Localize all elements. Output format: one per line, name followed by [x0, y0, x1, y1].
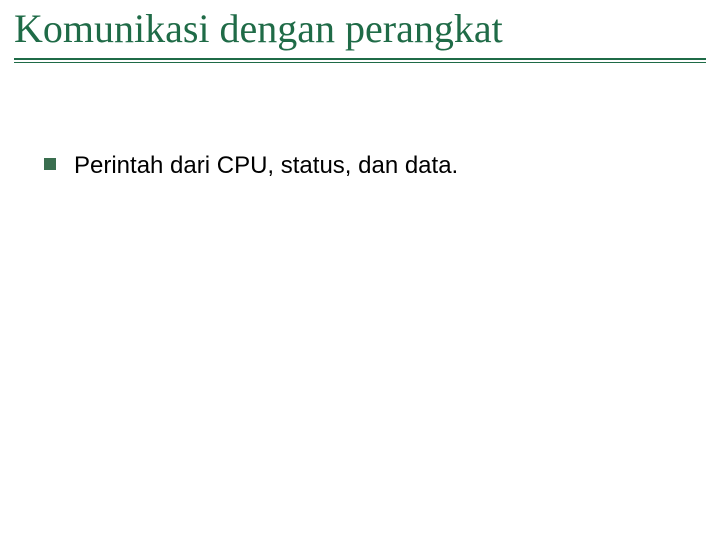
bullet-text: Perintah dari CPU, status, dan data.	[74, 150, 458, 181]
title-underline	[14, 58, 706, 63]
body-area: Perintah dari CPU, status, dan data.	[44, 150, 680, 199]
title-underline-inner	[14, 62, 706, 63]
title-area: Komunikasi dengan perangkat	[14, 6, 706, 63]
square-bullet-icon	[44, 158, 56, 170]
list-item: Perintah dari CPU, status, dan data.	[44, 150, 680, 181]
slide: Komunikasi dengan perangkat Perintah dar…	[0, 0, 720, 540]
slide-title: Komunikasi dengan perangkat	[14, 6, 706, 52]
